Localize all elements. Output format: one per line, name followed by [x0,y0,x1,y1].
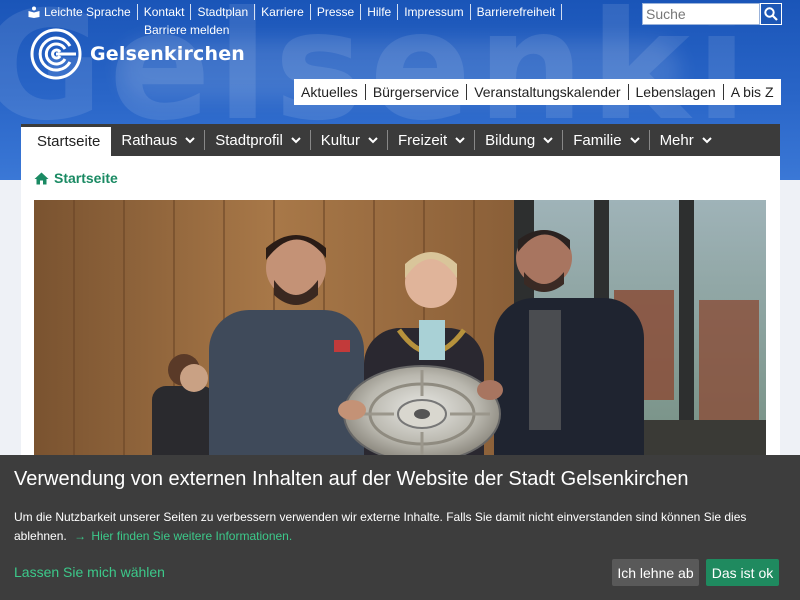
chevron-down-icon [455,136,465,143]
link-leichte-sprache[interactable]: Leichte Sprache [28,4,138,20]
quicknav-a-bis-z[interactable]: A bis Z [724,84,781,100]
link-karriere[interactable]: Karriere [255,4,311,20]
nav-startseite[interactable]: Startseite [21,124,112,156]
nav-label: Startseite [37,133,101,150]
search-icon [764,7,778,21]
chevron-down-icon [702,136,712,143]
nav-familie[interactable]: Familie [563,124,650,156]
link-hilfe[interactable]: Hilfe [361,4,399,20]
quicknav-lebenslagen[interactable]: Lebenslagen [629,84,724,100]
nav-mehr[interactable]: Mehr [650,124,722,156]
accept-button[interactable]: Das ist ok [706,559,779,586]
chevron-down-icon [368,136,378,143]
nav-label: Bildung [485,131,536,149]
easy-language-icon [28,6,40,18]
link-kontakt[interactable]: Kontakt [138,4,192,20]
site-logo[interactable]: Gelsenkirchen [30,28,245,80]
quicknav-veranstaltungskalender[interactable]: Veranstaltungskalender [467,84,629,100]
link-barrierefreiheit[interactable]: Barrierefreiheit [471,4,563,20]
nav-freizeit[interactable]: Freizeit [388,124,476,156]
breadcrumb-label: Startseite [54,170,118,186]
breadcrumb[interactable]: Startseite [34,170,118,186]
logo-text: Gelsenkirchen [90,43,246,65]
choose-settings-link[interactable]: Lassen Sie mich wählen [14,564,165,580]
chevron-down-icon [629,136,640,143]
nav-stadtprofil[interactable]: Stadtprofil [205,124,311,156]
link-presse[interactable]: Presse [311,4,362,20]
arrow-right-icon: → [74,529,87,543]
nav-label: Rathaus [121,131,178,149]
nav-label: Kultur [320,131,360,149]
quicknav-aktuelles[interactable]: Aktuelles [294,84,366,100]
decline-button[interactable]: Ich lehne ab [612,559,699,586]
nav-label: Freizeit [397,131,448,149]
quicknav-buergerservice[interactable]: Bürgerservice [366,84,468,100]
link-stadtplan[interactable]: Stadtplan [191,4,256,20]
cookie-text-block: Um die Nutzbarkeit unserer Seiten zu ver… [14,508,784,546]
more-info-link[interactable]: Hier finden Sie weitere Informationen. [91,529,292,543]
nav-label: Familie [573,131,622,149]
search-box [642,3,782,25]
quick-nav: Aktuelles Bürgerservice Veranstaltungska… [294,79,781,105]
chevron-down-icon [185,136,195,143]
cookie-title: Verwendung von externen Inhalten auf der… [14,468,689,490]
nav-label: Mehr [659,131,694,149]
chevron-down-icon [291,136,301,143]
main-navigation: Startseite Rathaus Stadtprofil Kultur Fr… [21,124,780,156]
gelsenkirchen-logo-icon [30,28,82,80]
link-label: Leichte Sprache [44,5,131,19]
nav-bildung[interactable]: Bildung [475,124,564,156]
chevron-down-icon [543,136,553,143]
home-icon [34,172,49,184]
nav-rathaus[interactable]: Rathaus [111,124,206,156]
search-button[interactable] [760,3,782,25]
search-input[interactable] [642,3,760,25]
link-impressum[interactable]: Impressum [398,4,471,20]
nav-kultur[interactable]: Kultur [311,124,388,156]
nav-label: Stadtprofil [215,131,283,149]
cookie-banner: Verwendung von externen Inhalten auf der… [0,455,800,600]
